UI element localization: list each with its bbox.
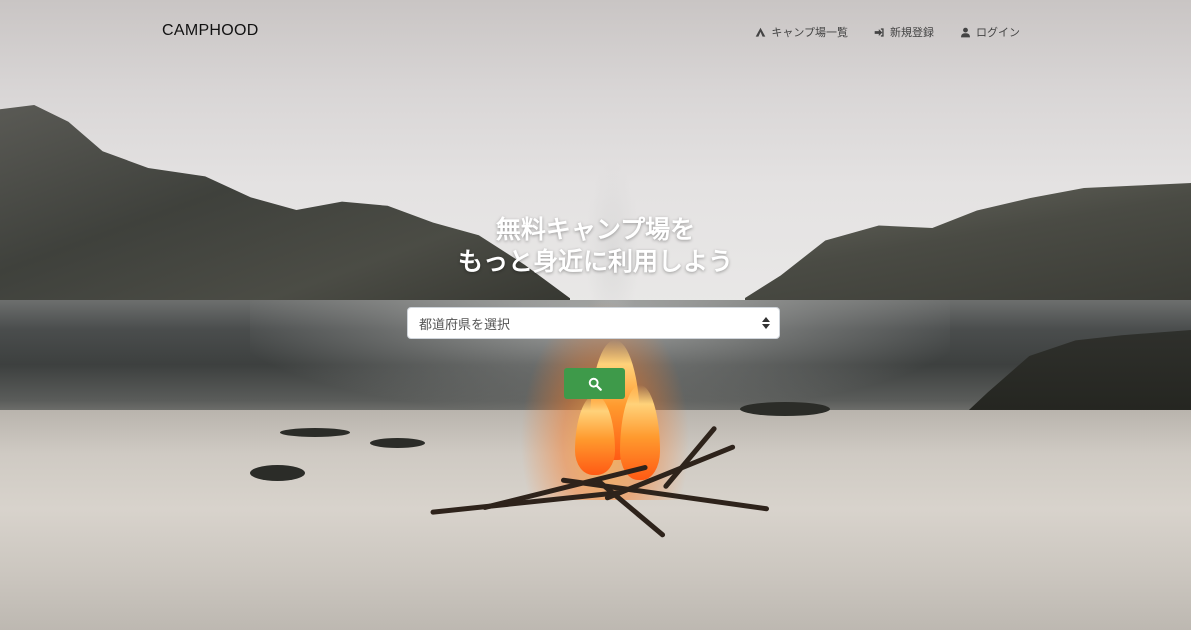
beach-rock (740, 402, 830, 416)
search-icon (588, 377, 602, 391)
navbar: CAMPHOOD キャンプ場一覧 新規登録 ログイン (0, 0, 1191, 66)
nav-link-login[interactable]: ログイン (960, 24, 1020, 40)
select-caret-icon (762, 317, 770, 329)
nav-link-label: キャンプ場一覧 (771, 26, 848, 39)
prefecture-select-value: 都道府県を選択 (419, 317, 511, 333)
search-button[interactable] (564, 368, 625, 399)
nav-links: キャンプ場一覧 新規登録 ログイン (755, 24, 1020, 40)
beach-rock (250, 465, 305, 481)
hero-headline: 無料キャンプ場を もっと身近に利用しよう (0, 214, 1191, 278)
nav-link-signup[interactable]: 新規登録 (874, 24, 934, 40)
sign-in-icon (874, 27, 884, 37)
user-icon (961, 27, 970, 37)
prefecture-select[interactable]: 都道府県を選択 (407, 307, 780, 339)
nav-link-label: ログイン (976, 26, 1020, 39)
beach-rock (370, 438, 425, 448)
beach-rock (280, 428, 350, 437)
nav-link-campsite-list[interactable]: キャンプ場一覧 (755, 24, 848, 40)
headline-line-1: 無料キャンプ場を (495, 215, 696, 244)
headline-line-2: もっと身近に利用しよう (457, 247, 733, 276)
nav-link-label: 新規登録 (890, 26, 934, 39)
campground-icon (756, 27, 766, 37)
brand-logo[interactable]: CAMPHOOD (162, 22, 259, 40)
